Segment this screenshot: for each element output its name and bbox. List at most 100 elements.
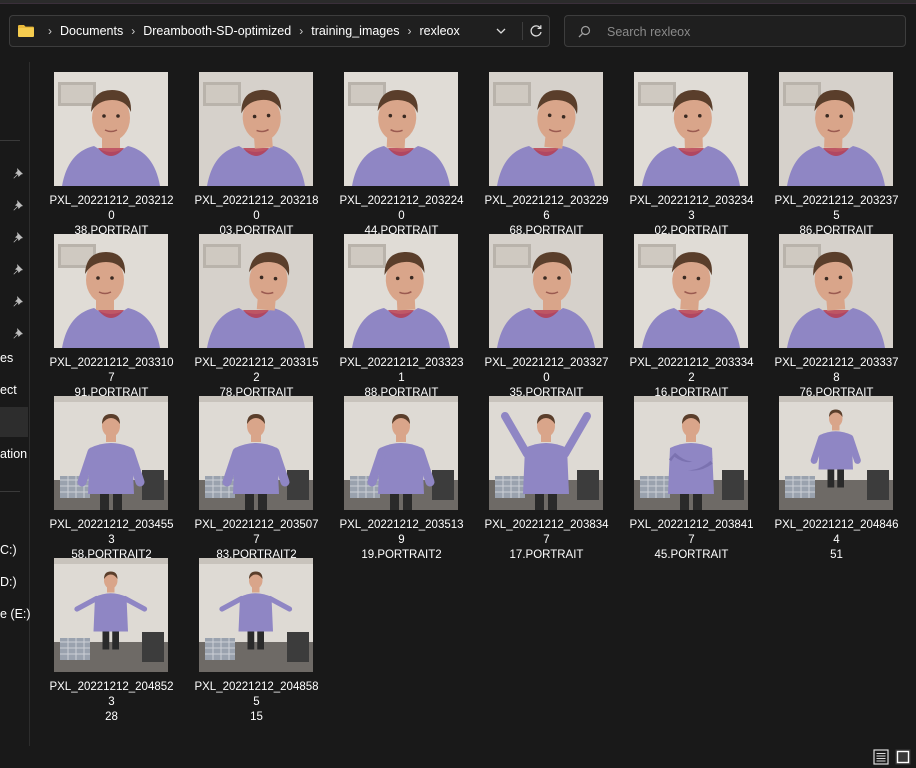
image-thumbnail: [344, 234, 458, 348]
window-top-strip: [0, 0, 916, 4]
chevron-right-icon[interactable]: ›: [126, 24, 140, 38]
file-item[interactable]: PXL_20221212_2032343 02.PORTRAIT: [628, 66, 755, 237]
file-name-line: PXL_20221212_2048523: [49, 681, 174, 708]
image-thumbnail: [54, 396, 168, 510]
chevron-right-icon[interactable]: ›: [402, 24, 416, 38]
file-name-line: PXL_20221212_2032375: [774, 195, 899, 222]
refresh-icon[interactable]: [528, 23, 544, 39]
breadcrumb-training-images[interactable]: training_images: [311, 24, 399, 38]
image-thumbnail: [54, 234, 168, 348]
divider: [522, 22, 523, 40]
file-name-line: 28: [105, 711, 118, 723]
file-name-line: PXL_20221212_2033152: [194, 357, 319, 384]
file-item[interactable]: PXL_20221212_2048523 28: [48, 552, 175, 723]
search-box[interactable]: [564, 15, 906, 47]
file-name-line: 45.PORTRAIT: [654, 549, 729, 561]
pin-icon[interactable]: [12, 199, 24, 211]
file-item[interactable]: PXL_20221212_2033378 76.PORTRAIT: [773, 228, 900, 399]
image-thumbnail: [489, 396, 603, 510]
file-item[interactable]: PXL_20221212_2038417 45.PORTRAIT: [628, 390, 755, 561]
file-name: PXL_20221212_2035139 19.PORTRAIT2: [338, 518, 465, 563]
image-thumbnail: [344, 72, 458, 186]
file-name-line: PXL_20221212_2048464: [774, 519, 899, 546]
pin-icon[interactable]: [12, 231, 24, 243]
breadcrumb-dreambooth[interactable]: Dreambooth-SD-optimized: [143, 24, 291, 38]
address-bar[interactable]: › Documents › Dreambooth-SD-optimized › …: [9, 15, 550, 47]
file-item[interactable]: PXL_20221212_2032296 68.PORTRAIT: [483, 66, 610, 237]
image-thumbnail: [779, 72, 893, 186]
image-thumbnail: [634, 72, 748, 186]
file-name-line: PXL_20221212_2035139: [339, 519, 464, 546]
image-thumbnail: [634, 234, 748, 348]
breadcrumb: › Documents › Dreambooth-SD-optimized › …: [40, 16, 460, 46]
file-item[interactable]: PXL_20221212_2032240 44.PORTRAIT: [338, 66, 465, 237]
file-name-line: PXL_20221212_2032120: [49, 195, 174, 222]
file-name-line: PXL_20221212_2033378: [774, 357, 899, 384]
nav-item-label[interactable]: e (E:): [0, 607, 30, 621]
file-item[interactable]: PXL_20221212_2032120 38.PORTRAIT: [48, 66, 175, 237]
file-item[interactable]: PXL_20221212_2033152 78.PORTRAIT: [193, 228, 320, 399]
image-thumbnail: [634, 396, 748, 510]
search-input[interactable]: [605, 21, 899, 43]
file-name-line: PXL_20221212_2038347: [484, 519, 609, 546]
file-item[interactable]: PXL_20221212_2048585 15: [193, 552, 320, 723]
image-thumbnail: [199, 396, 313, 510]
image-thumbnail: [54, 72, 168, 186]
navigation-pane: es ect ation C:) D:) e (E:): [0, 58, 30, 746]
pin-icon[interactable]: [12, 263, 24, 275]
file-name-line: PXL_20221212_2032180: [194, 195, 319, 222]
file-name-line: PXL_20221212_2033342: [629, 357, 754, 384]
file-item[interactable]: PXL_20221212_2032180 03.PORTRAIT: [193, 66, 320, 237]
large-icons-view-icon[interactable]: [895, 749, 911, 765]
file-name-line: PXL_20221212_2032240: [339, 195, 464, 222]
breadcrumb-documents[interactable]: Documents: [60, 24, 123, 38]
file-item[interactable]: PXL_20221212_2033342 16.PORTRAIT: [628, 228, 755, 399]
nav-separator: [0, 140, 20, 141]
nav-item-label[interactable]: ect: [0, 383, 17, 397]
file-name-line: 17.PORTRAIT: [509, 549, 584, 561]
image-thumbnail: [779, 396, 893, 510]
image-thumbnail: [489, 72, 603, 186]
chevron-right-icon: ›: [48, 24, 52, 38]
file-item[interactable]: PXL_20221212_2048464 51: [773, 390, 900, 561]
file-name-line: PXL_20221212_2038417: [629, 519, 754, 546]
file-name: PXL_20221212_2048585 15: [193, 680, 320, 725]
file-name-line: PXL_20221212_2034553: [49, 519, 174, 546]
search-icon: [578, 25, 591, 38]
file-item[interactable]: PXL_20221212_2032375 86.PORTRAIT: [773, 66, 900, 237]
image-thumbnail: [199, 234, 313, 348]
details-view-icon[interactable]: [873, 749, 889, 765]
nav-item-label[interactable]: C:): [0, 543, 17, 557]
file-name-line: PXL_20221212_2033270: [484, 357, 609, 384]
file-item[interactable]: PXL_20221212_2038347 17.PORTRAIT: [483, 390, 610, 561]
file-item[interactable]: PXL_20221212_2035077 83.PORTRAIT2: [193, 390, 320, 561]
file-item[interactable]: PXL_20221212_2033270 35.PORTRAIT: [483, 228, 610, 399]
pin-icon[interactable]: [12, 295, 24, 307]
file-item[interactable]: PXL_20221212_2033231 88.PORTRAIT: [338, 228, 465, 399]
file-name-line: PXL_20221212_2035077: [194, 519, 319, 546]
nav-item-selected[interactable]: [0, 407, 28, 437]
chevron-right-icon[interactable]: ›: [294, 24, 308, 38]
file-item[interactable]: PXL_20221212_2034553 58.PORTRAIT2: [48, 390, 175, 561]
file-name-line: PXL_20221212_2033107: [49, 357, 174, 384]
pin-icon[interactable]: [12, 167, 24, 179]
pin-icon[interactable]: [12, 327, 24, 339]
breadcrumb-rexleox[interactable]: rexleox: [419, 24, 459, 38]
file-name: PXL_20221212_2038347 17.PORTRAIT: [483, 518, 610, 563]
image-thumbnail: [489, 234, 603, 348]
file-item[interactable]: PXL_20221212_2035139 19.PORTRAIT2: [338, 390, 465, 561]
nav-item-label[interactable]: D:): [0, 575, 17, 589]
folder-icon: [18, 25, 34, 37]
file-item[interactable]: PXL_20221212_2033107 91.PORTRAIT: [48, 228, 175, 399]
chevron-down-icon[interactable]: [494, 24, 508, 38]
file-name: PXL_20221212_2048523 28: [48, 680, 175, 725]
file-name-line: PXL_20221212_2032296: [484, 195, 609, 222]
file-name-line: PXL_20221212_2048585: [194, 681, 319, 708]
nav-separator: [0, 491, 20, 492]
nav-item-label[interactable]: ation: [0, 447, 27, 461]
nav-item-label[interactable]: es: [0, 351, 13, 365]
image-thumbnail: [54, 558, 168, 672]
image-thumbnail: [199, 558, 313, 672]
file-name-line: 19.PORTRAIT2: [361, 549, 442, 561]
file-name-line: PXL_20221212_2032343: [629, 195, 754, 222]
